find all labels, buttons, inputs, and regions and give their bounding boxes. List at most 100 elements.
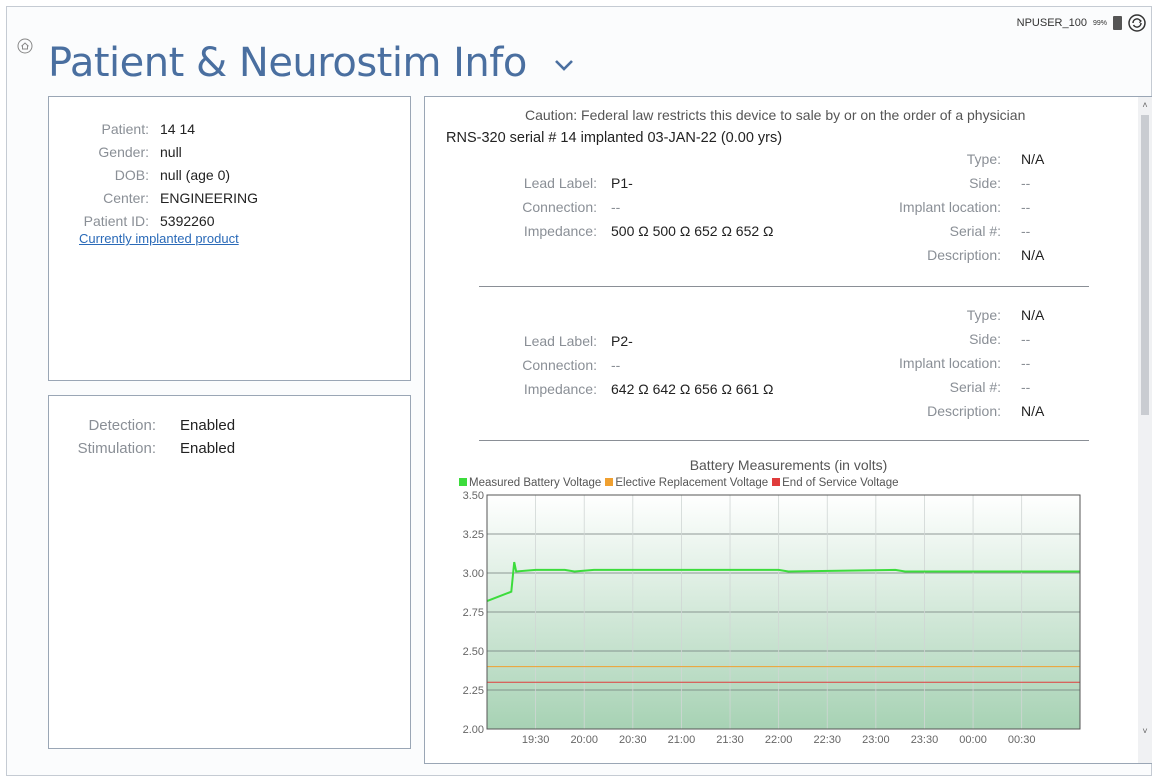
lead2-type-value: N/A (1021, 307, 1045, 323)
x-tick-label: 00:00 (959, 734, 987, 746)
patient-row-id: Patient ID: 5392260 (49, 209, 410, 232)
chevron-down-icon[interactable] (553, 54, 575, 76)
side-key: Side: (969, 175, 1001, 191)
center-label: Center: (103, 189, 149, 206)
lead2-side-value: -- (1021, 331, 1031, 347)
scrollbar[interactable]: ˄ ˅ (1138, 97, 1152, 763)
battery-icon (1113, 16, 1122, 30)
status-row-detection: Detection: Enabled (49, 414, 410, 437)
lead1-desc-value: N/A (1021, 247, 1045, 263)
gender-value: null (160, 143, 182, 160)
page-title[interactable]: Patient & Neurostim Info (48, 40, 575, 86)
description-key: Description: (927, 403, 1001, 419)
patient-list: Patient: 14 14 Gender: null DOB: null (age … (49, 117, 410, 232)
lead2-type-key-row: Type: (425, 307, 1001, 325)
battery-chart: 3.50 3.25 3.00 2.75 2.50 2.25 2.00 19:30 20:00 20… (463, 490, 1081, 746)
lead2-desc-value: N/A (1021, 403, 1045, 419)
patient-id-value: 5392260 (160, 212, 215, 229)
patient-value: 14 14 (160, 120, 196, 137)
patient-panel: Patient: 14 14 Gender: null DOB: null (age … (48, 96, 411, 381)
lead1-serial-value: -- (1021, 223, 1031, 239)
status-row-stimulation: Stimulation: Enabled (49, 437, 410, 460)
implant-location-key: Implant location: (899, 199, 1001, 215)
user-name: NPUSER_100 (1016, 17, 1087, 29)
lead-divider (479, 286, 1089, 287)
lead2-serial-value: -- (1021, 379, 1031, 395)
patient-row-name: Patient: 14 14 (49, 117, 410, 140)
lead1-side-key-row: Side: (425, 175, 1001, 193)
lead2-location-value: -- (1021, 355, 1031, 371)
status-list: Detection: Enabled Stimulation: Enabled (49, 414, 410, 460)
legend-label-eos: End of Service Voltage (782, 477, 899, 489)
legend-swatch-elective (605, 478, 614, 486)
serial-key: Serial #: (949, 379, 1001, 395)
side-key: Side: (969, 331, 1001, 347)
patient-label: Patient: (101, 120, 149, 137)
chart-divider (479, 440, 1089, 441)
lead1-location-key-row: Implant location: (425, 199, 1001, 217)
lead2-desc-key-row: Description: (425, 403, 1001, 421)
x-tick-label: 19:30 (522, 734, 550, 746)
detection-label: Detection: (88, 417, 156, 434)
detection-value: Enabled (180, 417, 236, 434)
page-title-text: Patient & Neurostim Info (48, 40, 527, 86)
legend-label-measured: Measured Battery Voltage (469, 477, 602, 489)
x-tick-label: 23:00 (862, 734, 890, 746)
legend-item-measured[interactable]: Measured Battery Voltage (459, 477, 601, 489)
rns-summary: RNS-320 serial # 14 implanted 03-JAN-22 … (446, 130, 783, 146)
y-tick-label: 2.50 (463, 646, 484, 658)
x-tick-label: 21:30 (716, 734, 744, 746)
lead1-type-key-row: Type: (425, 151, 1001, 169)
y-tick-label: 3.00 (463, 568, 484, 580)
lead2-side-key-row: Side: (425, 331, 1001, 349)
chart-legend: Measured Battery Voltage Elective Replac… (459, 477, 899, 489)
x-tick-label: 22:00 (765, 734, 793, 746)
y-tick-label: 3.50 (463, 490, 484, 502)
legend-swatch-eos (772, 478, 781, 486)
legend-item-eos[interactable]: End of Service Voltage (772, 477, 899, 489)
lead2-serial-key-row: Serial #: (425, 379, 1001, 397)
user-area: NPUSER_100 99% (1017, 14, 1146, 32)
legend-item-elective[interactable]: Elective Replacement Voltage (605, 477, 768, 489)
y-tick-label: 3.25 (463, 529, 484, 541)
x-tick-label: 22:30 (813, 734, 841, 746)
x-tick-label: 00:30 (1008, 734, 1036, 746)
x-tick-label: 20:30 (619, 734, 647, 746)
legend-swatch-measured (459, 478, 467, 486)
lead1-serial-key-row: Serial #: (425, 223, 1001, 241)
center-value: ENGINEERING (160, 189, 259, 206)
dob-value: null (age 0) (160, 166, 231, 183)
patient-row-center: Center: ENGINEERING (49, 186, 410, 209)
patient-row-gender: Gender: null (49, 140, 410, 163)
description-key: Description: (927, 247, 1001, 263)
y-tick-label: 2.25 (463, 685, 484, 697)
dob-label: DOB: (114, 166, 149, 183)
serial-key: Serial #: (949, 223, 1001, 239)
type-key: Type: (966, 151, 1001, 167)
home-icon[interactable] (17, 38, 33, 54)
x-tick-label: 20:00 (570, 734, 598, 746)
scroll-down-icon[interactable]: ˅ (1141, 727, 1149, 736)
lead1-desc-key-row: Description: (425, 247, 1001, 265)
patient-row-dob: DOB: null (age 0) (49, 163, 410, 186)
type-key: Type: (966, 307, 1001, 323)
caution-text: Caution: Federal law restricts this devi… (525, 107, 1026, 123)
lead2-location-key-row: Implant location: (425, 355, 1001, 373)
gender-label: Gender: (98, 143, 149, 160)
x-tick-label: 23:30 (911, 734, 939, 746)
lead1-type-value: N/A (1021, 151, 1045, 167)
stimulation-label: Stimulation: (77, 440, 156, 457)
chart-title: Battery Measurements (in volts) (689, 457, 888, 473)
lead1-side-value: -- (1021, 175, 1031, 191)
sync-icon[interactable] (1128, 14, 1146, 32)
battery-percent: 99% (1092, 19, 1107, 27)
scroll-up-icon[interactable]: ˄ (1141, 101, 1149, 110)
scroll-thumb[interactable] (1141, 115, 1149, 415)
implanted-product-link[interactable]: Currently implanted product (79, 231, 239, 246)
device-panel: Caution: Federal law restricts this devi… (424, 96, 1152, 764)
y-tick-label: 2.75 (463, 607, 484, 619)
status-panel: Detection: Enabled Stimulation: Enabled (48, 395, 411, 749)
patient-id-label: Patient ID: (83, 212, 149, 229)
lead-block-2: Lead Label: P2- Connection: -- Impedance… (425, 303, 1152, 423)
implant-location-key: Implant location: (899, 355, 1001, 371)
